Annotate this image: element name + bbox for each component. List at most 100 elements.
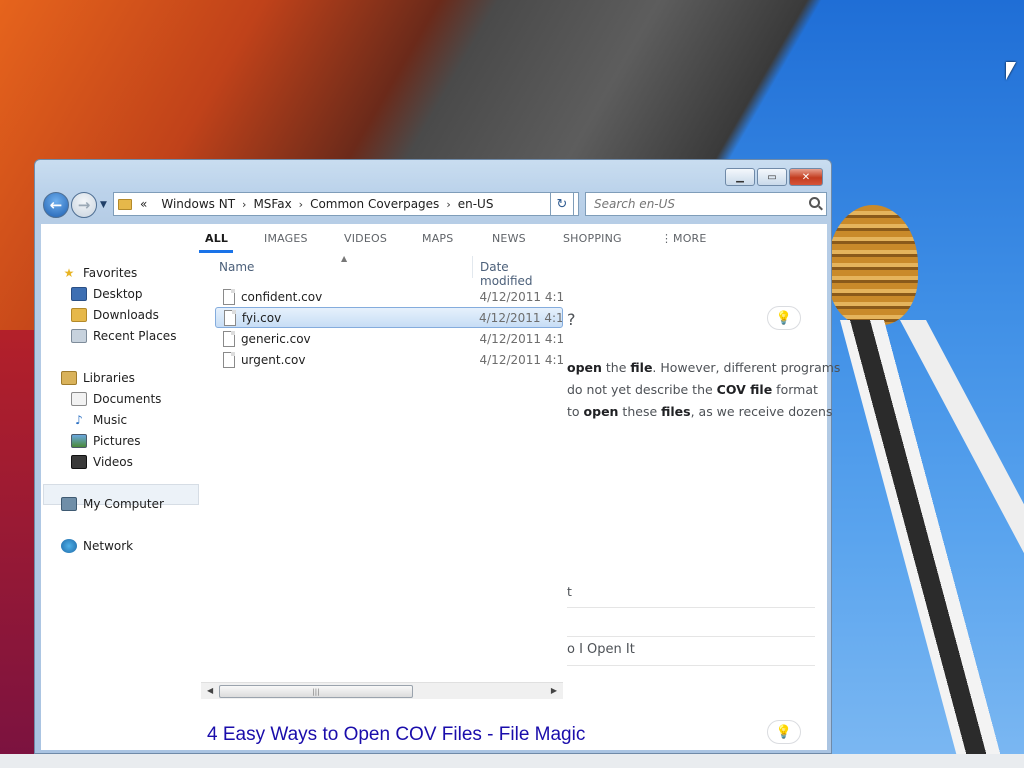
tab-videos[interactable]: VIDEOS bbox=[344, 232, 387, 245]
file-row[interactable]: confident.cov 4/12/2011 4:17 AM bbox=[215, 286, 563, 307]
scrollbar-thumb[interactable]: ||| bbox=[219, 685, 413, 698]
network-icon bbox=[61, 539, 77, 553]
scroll-left-icon[interactable]: ◀ bbox=[207, 686, 213, 695]
mouse-cursor-icon bbox=[1006, 62, 1016, 80]
file-list: ▲ Name Date modified confident.cov 4/12/… bbox=[201, 254, 563, 682]
breadcrumb-separator-icon[interactable]: › bbox=[299, 198, 303, 211]
search-input[interactable] bbox=[594, 197, 794, 211]
nav-label: Network bbox=[83, 539, 134, 553]
divider bbox=[567, 636, 815, 637]
nav-desktop[interactable]: Desktop bbox=[71, 287, 143, 301]
breadcrumb-overflow[interactable]: « bbox=[140, 197, 147, 211]
breadcrumb-msfax[interactable]: MSFax bbox=[253, 197, 291, 211]
breadcrumb-separator-icon[interactable]: › bbox=[242, 198, 246, 211]
web-snippet-line-3: to open these files, as we receive dozen… bbox=[567, 404, 833, 419]
web-fragment-2[interactable]: o I Open It bbox=[567, 642, 635, 657]
breadcrumb-en-us[interactable]: en-US bbox=[458, 197, 494, 211]
column-header-date[interactable]: Date modified bbox=[480, 260, 563, 288]
web-tabs: ALL IMAGES VIDEOS MAPS NEWS SHOPPING ⋮ M… bbox=[41, 224, 827, 254]
navigation-pane: ★ Favorites Desktop Downloads Recent Pla… bbox=[41, 254, 201, 682]
documents-icon bbox=[71, 392, 87, 406]
snippet-text: to bbox=[567, 404, 584, 419]
nav-libraries[interactable]: Libraries bbox=[61, 371, 135, 385]
search-icon[interactable] bbox=[809, 197, 820, 208]
nav-favorites[interactable]: ★ Favorites bbox=[61, 266, 138, 280]
divider bbox=[567, 665, 815, 666]
nav-my-computer[interactable]: My Computer bbox=[61, 497, 164, 511]
title-buttons: ▁ ▭ ✕ bbox=[725, 168, 823, 186]
tab-maps[interactable]: MAPS bbox=[422, 232, 453, 245]
close-button[interactable]: ✕ bbox=[789, 168, 823, 186]
more-dots-icon[interactable]: ⋮ bbox=[661, 232, 672, 245]
nav-videos[interactable]: Videos bbox=[71, 455, 133, 469]
column-header-name[interactable]: Name bbox=[219, 260, 254, 274]
nav-music[interactable]: ♪ Music bbox=[71, 413, 127, 427]
maximize-button[interactable]: ▭ bbox=[757, 168, 787, 186]
breadcrumb-windows-nt[interactable]: Windows NT bbox=[161, 197, 235, 211]
nav-pictures[interactable]: Pictures bbox=[71, 434, 141, 448]
tab-all[interactable]: ALL bbox=[205, 232, 228, 245]
music-note-icon: ♪ bbox=[75, 413, 83, 427]
horizontal-scrollbar[interactable]: ◀ ||| ▶ bbox=[201, 682, 563, 699]
snippet-text: format bbox=[772, 382, 818, 397]
snippet-bold: file bbox=[630, 360, 653, 375]
column-divider[interactable] bbox=[472, 256, 473, 278]
file-icon bbox=[224, 309, 236, 326]
tab-news[interactable]: NEWS bbox=[492, 232, 526, 245]
file-name: generic.cov bbox=[240, 331, 311, 346]
nav-label: Libraries bbox=[83, 371, 135, 385]
web-fragment-1: t bbox=[567, 584, 572, 599]
computer-icon bbox=[61, 497, 77, 511]
search-result-title[interactable]: 4 Easy Ways to Open COV Files - File Mag… bbox=[207, 724, 585, 746]
snippet-text: . However, different programs bbox=[652, 360, 841, 375]
file-name: urgent.cov bbox=[240, 352, 306, 367]
lightbulb-icon: 💡 bbox=[775, 724, 793, 740]
web-heading-fragment: ? bbox=[567, 310, 576, 329]
nav-recent-places[interactable]: Recent Places bbox=[71, 329, 176, 343]
nav-label: Music bbox=[93, 413, 128, 427]
recent-pages-dropdown-icon[interactable]: ▼ bbox=[100, 200, 107, 210]
address-bar[interactable]: « Windows NT › MSFax › Common Coverpages… bbox=[113, 192, 579, 216]
file-row-selected[interactable]: fyi.cov 4/12/2011 4:17 AM bbox=[215, 307, 563, 328]
nav-network[interactable]: Network bbox=[61, 539, 133, 553]
snippet-text: do not yet describe the bbox=[567, 382, 717, 397]
snippet-bold: COV file bbox=[716, 382, 773, 397]
libraries-icon bbox=[61, 371, 77, 385]
lightbulb-icon: 💡 bbox=[775, 310, 793, 326]
file-name: confident.cov bbox=[240, 289, 323, 304]
scroll-right-icon[interactable]: ▶ bbox=[551, 686, 557, 695]
tab-more[interactable]: MORE bbox=[673, 232, 707, 245]
refresh-button[interactable]: ↻ bbox=[550, 192, 574, 216]
explorer-window: ▁ ▭ ✕ ← → ▼ « Windows NT › MSFax › Commo… bbox=[34, 159, 840, 754]
snippet-text: the bbox=[601, 360, 631, 375]
refresh-icon: ↻ bbox=[556, 196, 568, 212]
nav-downloads[interactable]: Downloads bbox=[71, 308, 159, 322]
nav-documents[interactable]: Documents bbox=[71, 392, 161, 406]
file-row[interactable]: generic.cov 4/12/2011 4:17 AM bbox=[215, 328, 563, 349]
desktop-icon bbox=[71, 287, 87, 301]
nav-label: Documents bbox=[93, 392, 162, 406]
web-snippet-line-1: open the file. However, different progra… bbox=[567, 360, 840, 375]
nav-label: Desktop bbox=[93, 287, 143, 301]
tab-images[interactable]: IMAGES bbox=[264, 232, 308, 245]
nav-label: Recent Places bbox=[93, 329, 177, 343]
active-tab-indicator bbox=[199, 250, 233, 253]
file-name: fyi.cov bbox=[241, 310, 282, 325]
feedback-button[interactable]: 💡 bbox=[767, 306, 801, 330]
breadcrumb-separator-icon[interactable]: › bbox=[446, 198, 450, 211]
file-row[interactable]: urgent.cov 4/12/2011 4:17 AM bbox=[215, 349, 563, 370]
breadcrumb-common-coverpages[interactable]: Common Coverpages bbox=[310, 197, 439, 211]
wallpaper-tower-top bbox=[828, 205, 918, 325]
divider bbox=[567, 607, 815, 608]
tab-shopping[interactable]: SHOPPING bbox=[563, 232, 622, 245]
nav-label: Pictures bbox=[93, 434, 141, 448]
search-box[interactable] bbox=[585, 192, 827, 216]
minimize-button[interactable]: ▁ bbox=[725, 168, 755, 186]
videos-icon bbox=[71, 455, 87, 469]
snippet-text: , as we receive dozens bbox=[690, 404, 833, 419]
back-button[interactable]: ← bbox=[43, 192, 69, 218]
folder-icon bbox=[118, 198, 132, 210]
feedback-button[interactable]: 💡 bbox=[767, 720, 801, 744]
nav-label: My Computer bbox=[83, 497, 164, 511]
forward-button[interactable]: → bbox=[71, 192, 97, 218]
